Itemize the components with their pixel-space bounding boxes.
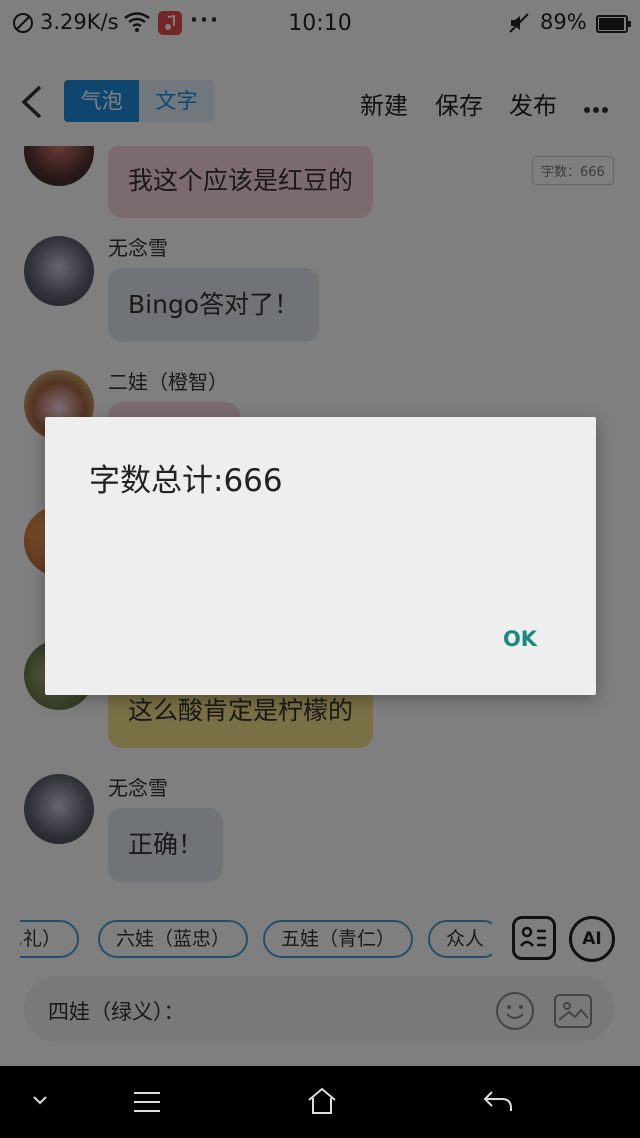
word-count-dialog: 字数总计:666 OK — [45, 417, 596, 695]
system-nav-bar — [0, 1066, 640, 1138]
collapse-icon[interactable] — [30, 1092, 50, 1111]
home-icon[interactable] — [306, 1086, 338, 1120]
menu-icon[interactable] — [132, 1090, 162, 1118]
dialog-title: 字数总计:666 — [89, 463, 283, 499]
ok-button[interactable]: OK — [485, 617, 555, 661]
back-nav-icon[interactable] — [482, 1088, 514, 1118]
